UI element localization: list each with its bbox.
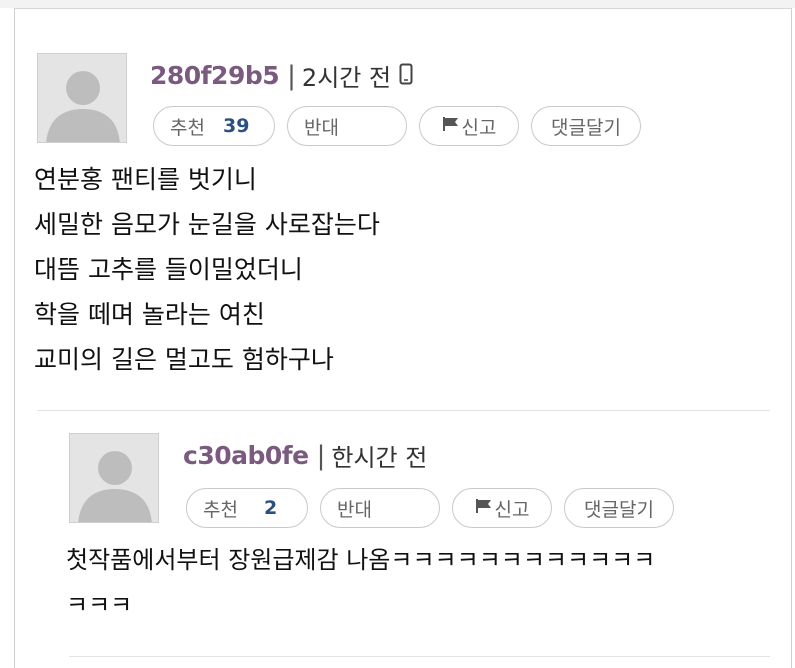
- oppose-button[interactable]: 반대: [320, 488, 440, 528]
- top-shade: [0, 0, 795, 8]
- avatar[interactable]: [69, 433, 159, 523]
- reply-button[interactable]: 댓글달기: [564, 488, 674, 528]
- comment-line: 대뜸 고추를 들이밀었더니: [34, 255, 303, 284]
- comment-divider: [37, 410, 770, 411]
- recommend-count: 39: [222, 115, 250, 137]
- comment-line: 첫작품에서부터 장원급제감 나옴ㅋㅋㅋㅋㅋㅋㅋㅋㅋㅋㅋㅋ: [66, 546, 656, 574]
- comment-actions: 추천 39 반대 신고 댓글달기: [153, 106, 653, 146]
- mobile-phone-icon: [399, 63, 413, 89]
- avatar[interactable]: [37, 53, 127, 143]
- report-label: 신고: [461, 116, 497, 139]
- timestamp: 한시간 전: [331, 444, 428, 472]
- timestamp: 2시간 전: [301, 64, 392, 92]
- comment-divider: [69, 656, 770, 657]
- separator: |: [287, 60, 296, 91]
- report-button[interactable]: 신고: [419, 106, 519, 146]
- flag-icon: [442, 115, 460, 137]
- comment-line: 학을 떼며 놀라는 여친: [34, 300, 265, 329]
- recommend-button[interactable]: 추천 2: [186, 488, 308, 528]
- default-user-icon: [46, 71, 120, 142]
- comment-meta: c30ab0fe | 한시간 전: [183, 438, 427, 473]
- default-user-icon: [78, 451, 152, 522]
- separator: |: [316, 440, 326, 471]
- recommend-button[interactable]: 추천 39: [153, 106, 275, 146]
- comment-line: 세밀한 음모가 눈길을 사로잡는다: [34, 210, 380, 239]
- username[interactable]: c30ab0fe: [183, 441, 309, 470]
- recommend-label: 추천: [203, 498, 238, 521]
- comment-body: 첫작품에서부터 장원급제감 나옴ㅋㅋㅋㅋㅋㅋㅋㅋㅋㅋㅋㅋ ㅋㅋㅋ: [66, 538, 655, 628]
- flag-icon: [475, 497, 493, 519]
- oppose-button[interactable]: 반대: [287, 106, 407, 146]
- reply-label: 댓글달기: [584, 498, 654, 521]
- oppose-label: 반대: [337, 498, 372, 521]
- report-button[interactable]: 신고: [452, 488, 552, 528]
- username[interactable]: 280f29b5: [150, 61, 280, 90]
- oppose-label: 반대: [304, 116, 339, 139]
- comment-line: ㅋㅋㅋ: [66, 591, 133, 619]
- comment-body: 연분홍 팬티를 벗기니 세밀한 음모가 눈길을 사로잡는다 대뜸 고추를 들이밀…: [34, 157, 380, 382]
- reply-button[interactable]: 댓글달기: [531, 106, 641, 146]
- comment-meta: 280f29b5 | 2시간 전: [150, 58, 413, 93]
- comment-line: 연분홍 팬티를 벗기니: [34, 165, 257, 194]
- reply-label: 댓글달기: [551, 116, 621, 139]
- recommend-count: 2: [263, 497, 278, 519]
- comment-line: 교미의 길은 멀고도 험하구나: [34, 345, 334, 374]
- recommend-label: 추천: [170, 116, 205, 139]
- comment-actions: 추천 2 반대 신고 댓글달기: [186, 488, 686, 528]
- report-label: 신고: [494, 498, 530, 521]
